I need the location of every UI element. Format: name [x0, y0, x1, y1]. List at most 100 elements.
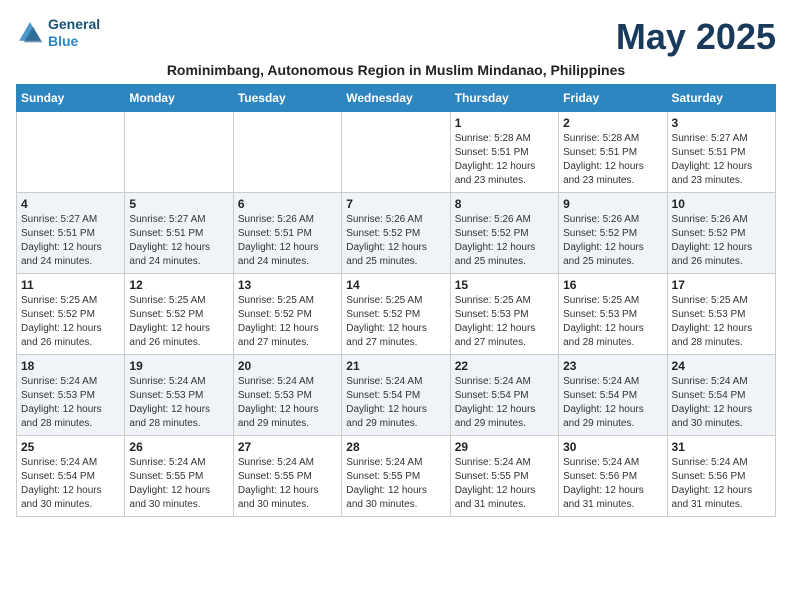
day-number: 22 — [455, 359, 554, 373]
day-info: Sunrise: 5:27 AM Sunset: 5:51 PM Dayligh… — [672, 132, 771, 188]
calendar-cell-w4-d6: 31 Sunrise: 5:24 AM Sunset: 5:56 PM Dayli… — [667, 436, 775, 517]
header: General Blue May 2025 — [16, 16, 776, 58]
day-info: Sunrise: 5:26 AM Sunset: 5:51 PM Dayligh… — [238, 213, 337, 269]
day-number: 23 — [563, 359, 662, 373]
month-title: May 2025 — [616, 16, 776, 58]
logo-icon — [16, 19, 44, 47]
day-info: Sunrise: 5:27 AM Sunset: 5:51 PM Dayligh… — [129, 213, 228, 269]
subtitle: Rominimbang, Autonomous Region in Muslim… — [16, 62, 776, 78]
calendar-cell-w3-d6: 24Sunrise: 5:24 AM Sunset: 5:54 PM Dayli… — [667, 355, 775, 436]
day-info: Sunrise: 5:25 AM Sunset: 5:53 PM Dayligh… — [672, 294, 771, 350]
calendar-cell-w3-d1: 19 Sunrise: 5:24 AM Sunset: 5:53 PM Dayli… — [125, 355, 233, 436]
day-number: 15 — [455, 278, 554, 292]
day-number: 7 — [346, 197, 445, 211]
calendar-cell-w1-d2: 6 Sunrise: 5:26 AM Sunset: 5:51 PM Daylig… — [233, 193, 341, 274]
day-number: 8 — [455, 197, 554, 211]
calendar-cell-w1-d5: 9 Sunrise: 5:26 AM Sunset: 5:52 PM Daylig… — [559, 193, 667, 274]
calendar-table: SundayMondayTuesdayWednesdayThursdayFrid… — [16, 84, 776, 517]
calendar-cell-w1-d4: 8 Sunrise: 5:26 AM Sunset: 5:52 PM Daylig… — [450, 193, 558, 274]
calendar-cell-w2-d4: 15 Sunrise: 5:25 AM Sunset: 5:53 PM Dayli… — [450, 274, 558, 355]
day-number: 14 — [346, 278, 445, 292]
calendar-cell-w4-d3: 28 Sunrise: 5:24 AM Sunset: 5:55 PM Dayli… — [342, 436, 450, 517]
calendar-cell-w2-d5: 16 Sunrise: 5:25 AM Sunset: 5:53 PM Dayli… — [559, 274, 667, 355]
calendar-cell-w0-d6: 3 Sunrise: 5:27 AM Sunset: 5:51 PM Daylig… — [667, 112, 775, 193]
day-info: Sunrise: 5:24 AM Sunset: 5:53 PM Dayligh… — [21, 375, 120, 431]
day-number: 2 — [563, 116, 662, 130]
day-number: 9 — [563, 197, 662, 211]
day-info: Sunrise: 5:26 AM Sunset: 5:52 PM Dayligh… — [455, 213, 554, 269]
day-info: Sunrise: 5:28 AM Sunset: 5:51 PM Dayligh… — [563, 132, 662, 188]
calendar-cell-w4-d0: 25Sunrise: 5:24 AM Sunset: 5:54 PM Dayli… — [17, 436, 125, 517]
day-number: 3 — [672, 116, 771, 130]
day-info: Sunrise: 5:25 AM Sunset: 5:52 PM Dayligh… — [21, 294, 120, 350]
day-number: 1 — [455, 116, 554, 130]
logo: General Blue — [16, 16, 100, 50]
day-number: 5 — [129, 197, 228, 211]
day-info: Sunrise: 5:25 AM Sunset: 5:53 PM Dayligh… — [563, 294, 662, 350]
col-header-saturday: Saturday — [667, 85, 775, 112]
day-info: Sunrise: 5:26 AM Sunset: 5:52 PM Dayligh… — [563, 213, 662, 269]
col-header-monday: Monday — [125, 85, 233, 112]
col-header-friday: Friday — [559, 85, 667, 112]
col-header-wednesday: Wednesday — [342, 85, 450, 112]
day-number: 6 — [238, 197, 337, 211]
day-info: Sunrise: 5:25 AM Sunset: 5:52 PM Dayligh… — [238, 294, 337, 350]
day-info: Sunrise: 5:25 AM Sunset: 5:52 PM Dayligh… — [129, 294, 228, 350]
day-number: 21 — [346, 359, 445, 373]
day-info: Sunrise: 5:24 AM Sunset: 5:55 PM Dayligh… — [238, 456, 337, 512]
calendar-cell-w3-d2: 20 Sunrise: 5:24 AM Sunset: 5:53 PM Dayli… — [233, 355, 341, 436]
day-info: Sunrise: 5:24 AM Sunset: 5:54 PM Dayligh… — [563, 375, 662, 431]
day-info: Sunrise: 5:24 AM Sunset: 5:53 PM Dayligh… — [238, 375, 337, 431]
calendar-cell-w3-d3: 21 Sunrise: 5:24 AM Sunset: 5:54 PM Dayli… — [342, 355, 450, 436]
calendar-cell-w0-d0 — [17, 112, 125, 193]
calendar-cell-w3-d0: 18 Sunrise: 5:24 AM Sunset: 5:53 PM Dayli… — [17, 355, 125, 436]
day-info: Sunrise: 5:24 AM Sunset: 5:53 PM Dayligh… — [129, 375, 228, 431]
calendar-cell-w3-d5: 23 Sunrise: 5:24 AM Sunset: 5:54 PM Dayli… — [559, 355, 667, 436]
calendar-cell-w4-d4: 29 Sunrise: 5:24 AM Sunset: 5:55 PM Dayli… — [450, 436, 558, 517]
calendar-cell-w2-d0: 11 Sunrise: 5:25 AM Sunset: 5:52 PM Dayli… — [17, 274, 125, 355]
calendar-cell-w1-d3: 7 Sunrise: 5:26 AM Sunset: 5:52 PM Daylig… — [342, 193, 450, 274]
day-info: Sunrise: 5:24 AM Sunset: 5:55 PM Dayligh… — [455, 456, 554, 512]
day-info: Sunrise: 5:24 AM Sunset: 5:56 PM Dayligh… — [563, 456, 662, 512]
day-info: Sunrise: 5:24 AM Sunset: 5:54 PM Dayligh… — [672, 375, 771, 431]
day-number: 28 — [346, 440, 445, 454]
day-info: Sunrise: 5:24 AM Sunset: 5:54 PM Dayligh… — [455, 375, 554, 431]
calendar-cell-w0-d5: 2 Sunrise: 5:28 AM Sunset: 5:51 PM Daylig… — [559, 112, 667, 193]
day-number: 16 — [563, 278, 662, 292]
calendar-cell-w0-d4: 1 Sunrise: 5:28 AM Sunset: 5:51 PM Daylig… — [450, 112, 558, 193]
calendar-cell-w1-d1: 5 Sunrise: 5:27 AM Sunset: 5:51 PM Daylig… — [125, 193, 233, 274]
day-info: Sunrise: 5:26 AM Sunset: 5:52 PM Dayligh… — [346, 213, 445, 269]
day-number: 10 — [672, 197, 771, 211]
day-number: 26 — [129, 440, 228, 454]
day-info: Sunrise: 5:24 AM Sunset: 5:54 PM Dayligh… — [346, 375, 445, 431]
day-info: Sunrise: 5:25 AM Sunset: 5:53 PM Dayligh… — [455, 294, 554, 350]
day-number: 11 — [21, 278, 120, 292]
calendar-cell-w0-d3 — [342, 112, 450, 193]
calendar-cell-w4-d1: 26Sunrise: 5:24 AM Sunset: 5:55 PM Dayli… — [125, 436, 233, 517]
day-number: 27 — [238, 440, 337, 454]
day-number: 17 — [672, 278, 771, 292]
calendar-cell-w1-d6: 10Sunrise: 5:26 AM Sunset: 5:52 PM Dayli… — [667, 193, 775, 274]
day-info: Sunrise: 5:24 AM Sunset: 5:54 PM Dayligh… — [21, 456, 120, 512]
day-number: 18 — [21, 359, 120, 373]
day-info: Sunrise: 5:25 AM Sunset: 5:52 PM Dayligh… — [346, 294, 445, 350]
day-number: 4 — [21, 197, 120, 211]
day-info: Sunrise: 5:24 AM Sunset: 5:56 PM Dayligh… — [672, 456, 771, 512]
day-number: 19 — [129, 359, 228, 373]
calendar-cell-w0-d1 — [125, 112, 233, 193]
day-number: 31 — [672, 440, 771, 454]
col-header-thursday: Thursday — [450, 85, 558, 112]
day-number: 20 — [238, 359, 337, 373]
calendar-cell-w2-d6: 17 Sunrise: 5:25 AM Sunset: 5:53 PM Dayli… — [667, 274, 775, 355]
day-info: Sunrise: 5:27 AM Sunset: 5:51 PM Dayligh… — [21, 213, 120, 269]
day-info: Sunrise: 5:24 AM Sunset: 5:55 PM Dayligh… — [346, 456, 445, 512]
day-number: 29 — [455, 440, 554, 454]
calendar-cell-w4-d5: 30 Sunrise: 5:24 AM Sunset: 5:56 PM Dayli… — [559, 436, 667, 517]
day-number: 30 — [563, 440, 662, 454]
col-header-sunday: Sunday — [17, 85, 125, 112]
day-info: Sunrise: 5:28 AM Sunset: 5:51 PM Dayligh… — [455, 132, 554, 188]
calendar-cell-w2-d1: 12 Sunrise: 5:25 AM Sunset: 5:52 PM Dayli… — [125, 274, 233, 355]
calendar-cell-w0-d2 — [233, 112, 341, 193]
calendar-cell-w1-d0: 4 Sunrise: 5:27 AM Sunset: 5:51 PM Daylig… — [17, 193, 125, 274]
day-number: 12 — [129, 278, 228, 292]
